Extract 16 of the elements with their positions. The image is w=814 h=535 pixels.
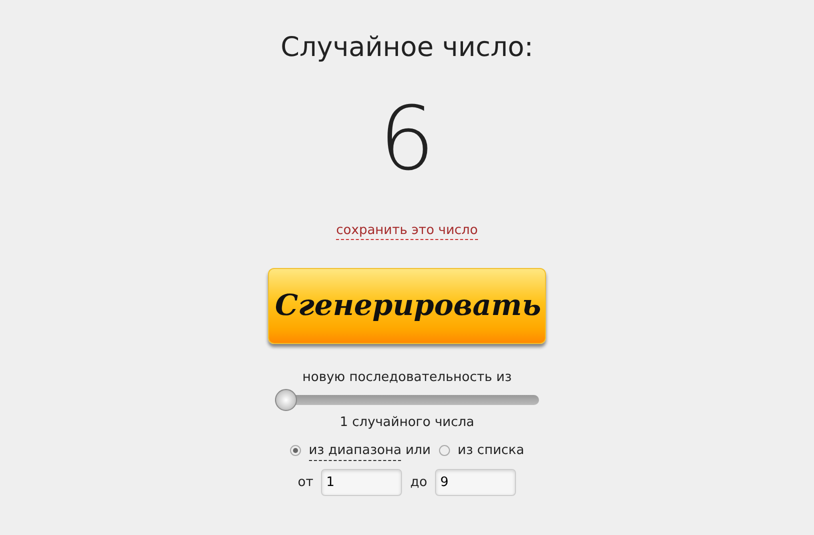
page-title: Случайное число: — [280, 31, 534, 65]
to-field[interactable]: 9 — [435, 469, 516, 496]
separator-text: или — [405, 442, 431, 460]
random-number: 6 — [379, 95, 435, 184]
slider-thumb[interactable] — [275, 389, 297, 412]
count-text: 1 случайного числа — [340, 414, 474, 432]
radio-button[interactable] — [438, 445, 450, 456]
save-link[interactable]: сохранить это число — [336, 223, 478, 240]
to-label: до — [410, 474, 428, 492]
sequence-label: новую последовательность из — [302, 368, 512, 387]
from-field[interactable]: 1 — [321, 469, 402, 496]
radio-label[interactable]: из списка — [458, 441, 524, 461]
generate-button[interactable]: Сгенерировать — [268, 268, 546, 344]
radio-button[interactable] — [290, 445, 301, 456]
radio-label[interactable]: из диапазона — [308, 440, 402, 462]
from-label: от — [298, 474, 314, 492]
